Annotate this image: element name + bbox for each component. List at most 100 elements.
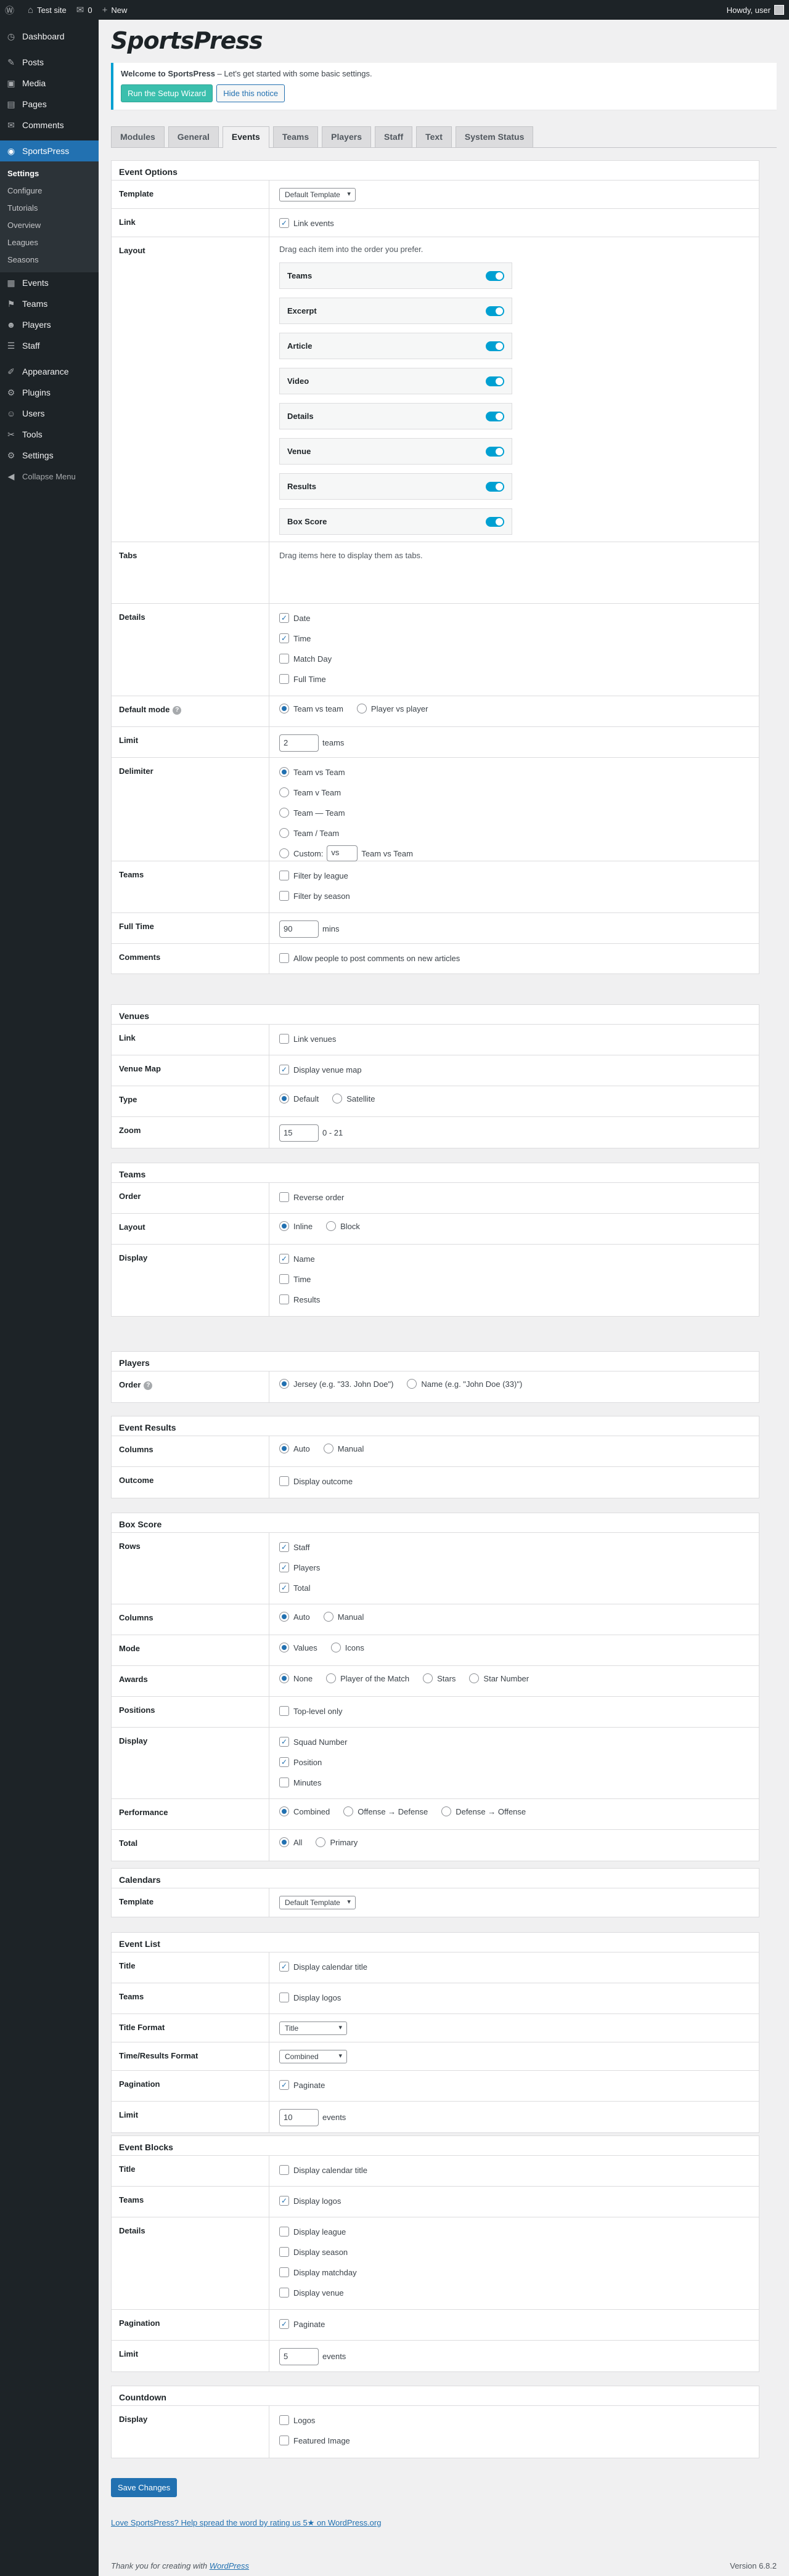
menu-staff[interactable]: ☰ Staff [0, 335, 99, 356]
allow-comments-checkbox[interactable] [279, 953, 289, 963]
tab-modules[interactable]: Modules [111, 126, 165, 147]
toggle-switch[interactable] [486, 411, 504, 421]
toggle-switch[interactable] [486, 306, 504, 316]
menu-users[interactable]: ☺ Users [0, 403, 99, 424]
countdown-featured-image-checkbox[interactable] [279, 2436, 289, 2445]
columns-manual-radio[interactable] [323, 1444, 333, 1453]
eb-display-venue-checkbox[interactable] [279, 2288, 289, 2298]
menu-posts[interactable]: ✎ Posts [0, 52, 99, 73]
layout-item-details[interactable]: Details [279, 403, 512, 429]
title-format-select[interactable]: Title [279, 2021, 347, 2035]
rows-total-checkbox[interactable]: ✓ [279, 1583, 289, 1593]
help-icon[interactable]: ? [144, 1381, 153, 1390]
layout-inline-radio[interactable] [279, 1221, 289, 1231]
display-outcome-checkbox[interactable] [279, 1476, 289, 1486]
toggle-switch[interactable] [486, 446, 504, 457]
layout-item-article[interactable]: Article [279, 333, 512, 359]
help-icon[interactable]: ? [173, 705, 182, 715]
custom-delimiter-input[interactable]: vs [327, 845, 358, 861]
toggle-switch[interactable] [486, 341, 504, 351]
layout-item-box-score[interactable]: Box Score [279, 508, 512, 535]
display-time-checkbox[interactable] [279, 1274, 289, 1284]
order-name-radio[interactable] [407, 1379, 417, 1389]
eb-display-matchday-checkbox[interactable] [279, 2267, 289, 2277]
menu-comments[interactable]: ✉ Comments [0, 115, 99, 136]
perf-combined-radio[interactable] [279, 1806, 289, 1816]
mode-player-radio[interactable] [356, 704, 367, 713]
time-results-format-select[interactable]: Combined [279, 2050, 347, 2063]
total-primary-radio[interactable] [316, 1837, 326, 1847]
hide-notice-button[interactable]: Hide this notice [216, 84, 285, 102]
display-name-checkbox[interactable]: ✓ [279, 1254, 289, 1264]
tab-staff[interactable]: Staff [375, 126, 413, 147]
zoom-input[interactable]: 15 [279, 1124, 319, 1142]
mode-values-radio[interactable] [279, 1643, 289, 1652]
save-changes-button[interactable]: Save Changes [111, 2478, 178, 2497]
order-jersey-radio[interactable] [279, 1379, 289, 1389]
tab-events[interactable]: Events [222, 126, 269, 148]
columns-auto-radio[interactable] [279, 1444, 289, 1453]
menu-appearance[interactable]: ✐ Appearance [0, 361, 99, 382]
new-content-link[interactable]: + New [97, 0, 133, 20]
layout-item-venue[interactable]: Venue [279, 438, 512, 465]
tab-general[interactable]: General [168, 126, 219, 147]
menu-media[interactable]: ▣ Media [0, 73, 99, 94]
layout-item-teams[interactable]: Teams [279, 262, 512, 289]
top-level-only-checkbox[interactable] [279, 1706, 289, 1716]
display-minutes-checkbox[interactable] [279, 1778, 289, 1787]
submenu-seasons[interactable]: Seasons [0, 251, 99, 269]
el-display-title-checkbox[interactable]: ✓ [279, 1962, 289, 1972]
toggle-switch[interactable] [486, 270, 504, 281]
details-fulltime-checkbox[interactable] [279, 674, 289, 684]
my-account-link[interactable]: Howdy, user [722, 0, 789, 20]
delimiter-slash-radio[interactable] [279, 828, 289, 838]
calendar-template-select[interactable]: Default Template [279, 1896, 356, 1909]
layout-item-excerpt[interactable]: Excerpt [279, 298, 512, 324]
tab-text[interactable]: Text [416, 126, 452, 147]
toggle-switch[interactable] [486, 376, 504, 386]
rows-staff-checkbox[interactable]: ✓ [279, 1542, 289, 1552]
menu-teams[interactable]: ⚑ Teams [0, 293, 99, 314]
delimiter-vs-radio[interactable] [279, 767, 289, 777]
menu-events[interactable]: ▦ Events [0, 272, 99, 293]
link-venues-checkbox[interactable] [279, 1034, 289, 1044]
delimiter-custom-radio[interactable] [279, 848, 289, 858]
comments-link[interactable]: ✉ 0 [72, 0, 97, 20]
eb-display-season-checkbox[interactable] [279, 2247, 289, 2257]
eb-display-title-checkbox[interactable] [279, 2165, 289, 2175]
rows-players-checkbox[interactable]: ✓ [279, 1562, 289, 1572]
display-squad-number-checkbox[interactable]: ✓ [279, 1737, 289, 1747]
submenu-tutorials[interactable]: Tutorials [0, 200, 99, 217]
bs-columns-auto-radio[interactable] [279, 1612, 289, 1622]
menu-players[interactable]: ☻ Players [0, 314, 99, 335]
eb-limit-input[interactable]: 5 [279, 2348, 319, 2365]
wordpress-link[interactable]: WordPress [210, 2561, 249, 2570]
awards-stars-radio[interactable] [423, 1673, 433, 1683]
collapse-menu-button[interactable]: ◀ Collapse Menu [0, 466, 99, 487]
layout-item-video[interactable]: Video [279, 368, 512, 394]
delimiter-dash-radio[interactable] [279, 808, 289, 818]
menu-sportspress[interactable]: ◉ SportsPress [0, 140, 99, 161]
menu-plugins[interactable]: ⚙ Plugins [0, 382, 99, 403]
countdown-logos-checkbox[interactable] [279, 2415, 289, 2425]
wp-logo-menu[interactable]: Ⓦ [0, 0, 23, 20]
delimiter-v-radio[interactable] [279, 787, 289, 797]
event-template-select[interactable]: Default Template [279, 188, 356, 201]
el-limit-input[interactable]: 10 [279, 2109, 319, 2126]
toggle-switch[interactable] [486, 516, 504, 527]
eb-display-league-checkbox[interactable] [279, 2227, 289, 2237]
mode-team-radio[interactable] [279, 704, 289, 713]
submenu-settings[interactable]: Settings [0, 165, 99, 182]
display-position-checkbox[interactable]: ✓ [279, 1757, 289, 1767]
details-time-checkbox[interactable]: ✓ [279, 633, 289, 643]
eb-paginate-checkbox[interactable]: ✓ [279, 2319, 289, 2329]
link-events-checkbox[interactable]: ✓ [279, 218, 289, 228]
eb-display-logos-checkbox[interactable]: ✓ [279, 2196, 289, 2206]
setup-wizard-button[interactable]: Run the Setup Wizard [121, 84, 213, 102]
display-results-checkbox[interactable] [279, 1294, 289, 1304]
site-name-link[interactable]: ⌂ Test site [23, 0, 72, 20]
awards-star-number-radio[interactable] [469, 1673, 480, 1683]
teams-limit-input[interactable]: 2 [279, 734, 319, 752]
awards-potm-radio[interactable] [326, 1673, 337, 1683]
mode-icons-radio[interactable] [330, 1643, 341, 1652]
